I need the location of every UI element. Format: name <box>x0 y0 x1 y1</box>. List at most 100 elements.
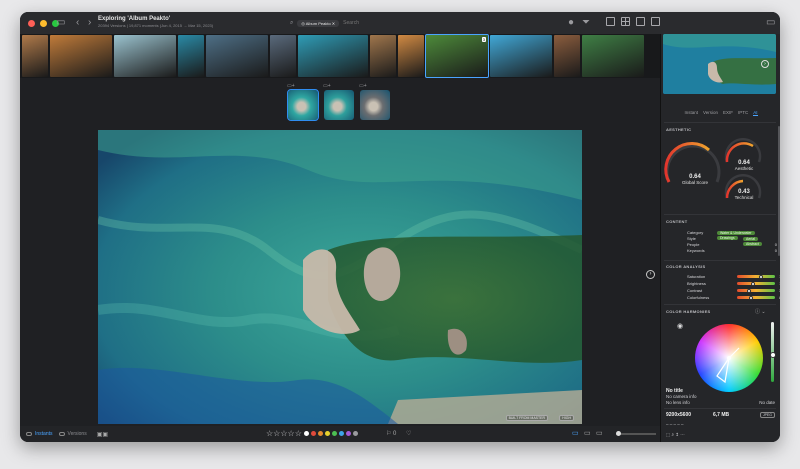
preview-photo <box>663 34 776 94</box>
chip-label: Album Peakto <box>305 20 331 26</box>
photo-thumbnail-icon[interactable] <box>206 35 268 77</box>
global-score-gauge: 0.64 Global Score <box>675 174 715 185</box>
versions-toggle-icon <box>58 432 65 436</box>
tab-instants[interactable]: Instants <box>26 431 53 437</box>
stack-icon[interactable]: ▣▣ <box>97 431 108 438</box>
built-from-master-badge: BUILT FROM MASTER <box>505 415 548 421</box>
color-analysis-bar <box>737 274 775 279</box>
inspector-toggle-icon[interactable]: ▭ <box>766 17 775 29</box>
color-analysis-marker <box>751 281 756 286</box>
window-subtitle: 20394 Versions | 19,871 moments (Jun 4, … <box>98 23 214 28</box>
divider <box>664 214 776 215</box>
flag-icon[interactable]: ⚐ 0 <box>386 430 396 437</box>
camera-info: No camera info <box>666 394 697 399</box>
photo-thumbnail-icon[interactable] <box>582 35 644 77</box>
minimize-window-button[interactable] <box>40 20 47 27</box>
file-format-badge: JPEG <box>759 412 775 418</box>
keywords-row: Keywords 0 <box>687 248 777 253</box>
traffic-lights <box>28 20 59 27</box>
harmony-slider-knob[interactable] <box>769 352 776 358</box>
main-photo-viewer[interactable]: BUILT FROM MASTER HIGH <box>98 130 582 424</box>
zoom-slider[interactable] <box>616 431 656 436</box>
split-view-icon[interactable]: ▭ <box>584 429 591 437</box>
info-circle-icon[interactable]: ● <box>568 17 574 29</box>
content-tag[interactable]: Water & Underwater <box>717 231 755 235</box>
color-analysis-bar <box>737 288 775 293</box>
star-rating[interactable]: ☆☆☆☆☆ <box>266 429 302 438</box>
aesthetic-label: Aesthetic <box>734 166 754 171</box>
map-view-icon[interactable] <box>651 17 660 26</box>
photo-thumbnail-icon[interactable] <box>398 35 424 77</box>
next-photo-button[interactable]: › <box>646 270 655 279</box>
variant-stack-icon: ▭+ <box>323 83 331 89</box>
variant-stack-icon: ▭+ <box>287 83 295 89</box>
aesthetic-section-title: AESTHETIC <box>666 127 692 132</box>
satellite-photo <box>98 130 582 424</box>
photo-thumbnail-icon[interactable] <box>270 35 296 77</box>
color-harmony-wheel[interactable] <box>695 324 763 392</box>
photo-thumbnail-icon[interactable] <box>490 35 552 77</box>
compare-view-icon[interactable]: ▭ <box>572 429 579 437</box>
divider <box>664 122 776 123</box>
sidebar-toggle-icon[interactable]: ▭ <box>56 17 65 29</box>
tab-iptc[interactable]: IPTC <box>738 110 748 116</box>
version-variant-thumb[interactable]: ▭+ <box>359 83 390 120</box>
photo-thumbnail-icon[interactable] <box>50 35 112 77</box>
color-label-dot[interactable] <box>317 431 323 436</box>
people-label: People <box>687 242 700 247</box>
divider <box>664 304 776 305</box>
search-bar: ⌕ ◎ Album Peakto ✕ <box>290 17 580 29</box>
color-harmonies-section-title: COLOR HARMONIES <box>666 309 711 314</box>
search-input[interactable] <box>343 20 544 26</box>
version-variant-thumb[interactable]: ▭+ <box>323 83 354 120</box>
harmony-info-icon[interactable]: ⓘ ⌄ <box>755 308 766 315</box>
photo-thumbnail-icon[interactable] <box>370 35 396 77</box>
tab-instant[interactable]: Instant <box>684 110 698 116</box>
aesthetic-gauge: 0.64 Aesthetic <box>727 160 761 171</box>
panel-bottom-icons[interactable]: ⬚ ⌕ ↥ ⋯ <box>666 432 685 438</box>
color-label-dot[interactable] <box>331 431 337 436</box>
tab-version[interactable]: Version <box>703 110 718 116</box>
color-label-dot[interactable] <box>324 431 330 436</box>
color-analysis-label: Colorfulness <box>687 295 710 300</box>
photo-thumbnail-icon[interactable] <box>178 35 204 77</box>
close-window-button[interactable] <box>28 20 35 27</box>
forward-arrow-icon[interactable]: › <box>88 17 91 29</box>
preview-next-icon[interactable]: › <box>761 60 769 68</box>
divider <box>664 408 776 409</box>
color-label-dot[interactable] <box>310 431 316 436</box>
tab-ai[interactable]: AI <box>753 110 758 116</box>
tab-exif[interactable]: EXIF <box>723 110 733 116</box>
content-tag[interactable]: Aerial <box>743 237 758 241</box>
grid-view-icon[interactable] <box>621 17 630 26</box>
harmony-brightness-slider[interactable] <box>769 322 776 382</box>
tab-versions[interactable]: Versions <box>58 431 87 437</box>
photo-thumbnail-icon[interactable]: 3 <box>425 34 489 78</box>
global-score-label: Global Score <box>681 180 708 185</box>
heart-icon[interactable]: ♡ <box>406 430 411 437</box>
color-analysis-marker <box>748 295 753 300</box>
eye-icon[interactable]: ◉ <box>677 322 683 330</box>
photo-thumbnail-icon[interactable] <box>22 35 48 77</box>
photo-thumbnail-icon[interactable] <box>554 35 580 77</box>
zoom-slider-knob[interactable] <box>616 431 621 436</box>
color-label-dot[interactable] <box>338 431 344 436</box>
single-view-icon[interactable] <box>636 17 645 26</box>
color-label-dot[interactable] <box>352 431 358 436</box>
view-mode-buttons <box>606 17 660 26</box>
harmony-lines <box>716 347 740 384</box>
back-arrow-icon[interactable]: ‹ <box>76 17 79 29</box>
category-label: Category <box>687 230 704 235</box>
color-label-dot[interactable] <box>345 431 351 436</box>
date-info: No date <box>759 400 775 405</box>
fullscreen-view-icon[interactable]: ▭ <box>596 429 603 437</box>
search-filter-chip[interactable]: ◎ Album Peakto ✕ <box>297 19 340 27</box>
grid-small-view-icon[interactable] <box>606 17 615 26</box>
photo-thumbnail-icon[interactable] <box>298 35 368 77</box>
version-variant-thumb[interactable]: ▭+ <box>287 83 319 121</box>
photo-thumbnail-icon[interactable] <box>114 35 176 77</box>
filter-icon[interactable]: ⏷ <box>582 17 590 29</box>
divider <box>664 260 776 261</box>
color-label-dot[interactable] <box>303 431 309 436</box>
inspector-scrollbar[interactable] <box>778 126 780 256</box>
